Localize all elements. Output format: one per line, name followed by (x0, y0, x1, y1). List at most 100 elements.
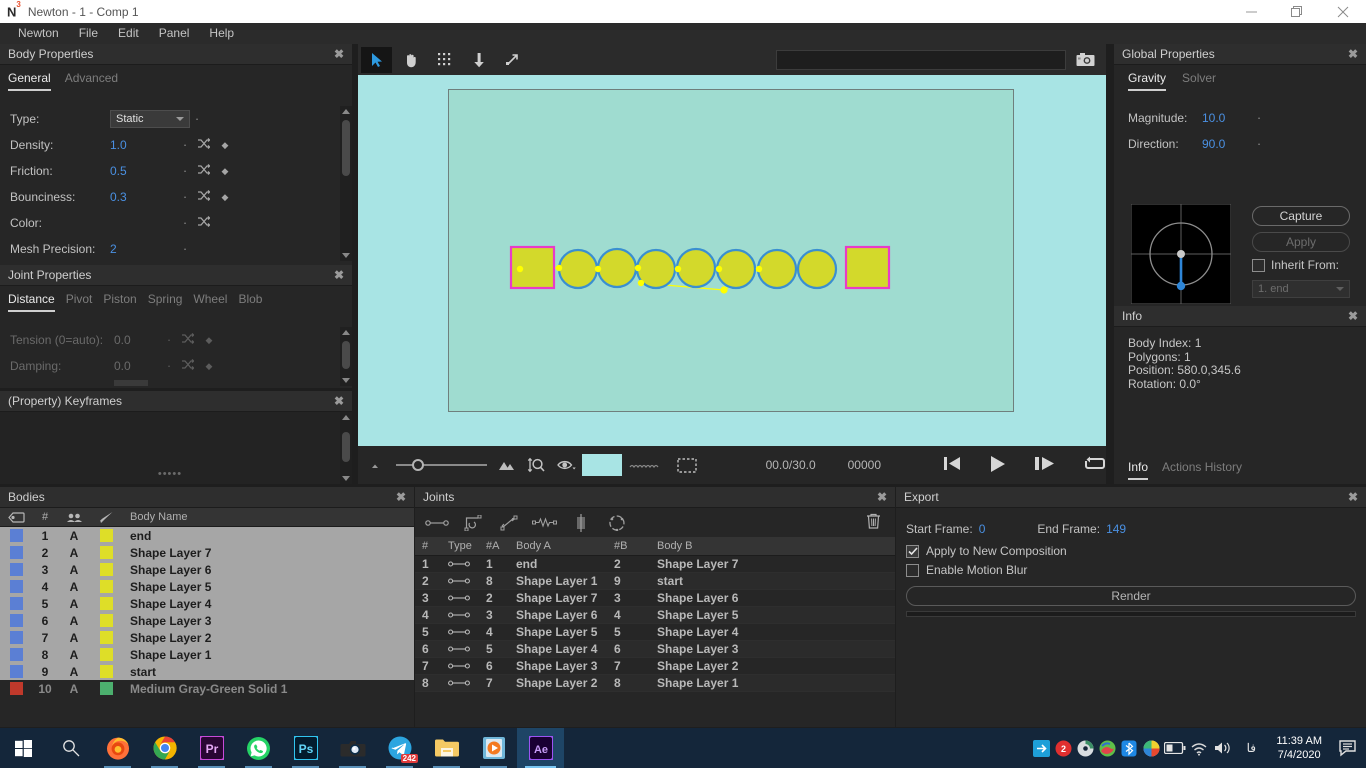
density-value[interactable]: 1.0 (110, 138, 178, 152)
gravity-direction-widget[interactable] (1130, 203, 1232, 305)
close-icon[interactable]: ✖ (334, 47, 344, 61)
body-name[interactable]: end (122, 529, 151, 543)
start-frame-value[interactable]: 0 (979, 522, 986, 536)
keyframe-dot-icon[interactable]: · (178, 164, 192, 177)
body-color-swatch[interactable] (90, 597, 122, 610)
body-enabled-toggle[interactable] (0, 597, 32, 610)
taskbar-premiere[interactable]: Pr (188, 728, 235, 768)
scroll-down-icon[interactable] (340, 375, 352, 386)
table-row[interactable]: 8 A Shape Layer 1 (0, 646, 414, 663)
body-enabled-toggle[interactable] (0, 665, 32, 678)
inherit-from-checkbox[interactable] (1252, 258, 1265, 272)
table-row[interactable]: 6 A Shape Layer 3 (0, 612, 414, 629)
body-color-swatch[interactable] (90, 546, 122, 559)
notification-icon[interactable] (1332, 739, 1366, 757)
piston-joint-icon[interactable] (491, 515, 527, 531)
render-button[interactable]: Render (906, 586, 1356, 606)
body-enabled-toggle[interactable] (0, 682, 32, 695)
tab-distance[interactable]: Distance (8, 292, 55, 312)
taskbar-telegram[interactable]: 242 (376, 728, 423, 768)
search-icon[interactable] (47, 728, 94, 768)
close-icon[interactable]: ✖ (1348, 47, 1358, 61)
body-name[interactable]: Medium Gray-Green Solid 1 (122, 682, 287, 696)
spring-joint-icon[interactable] (527, 516, 563, 529)
gravity-tool[interactable] (463, 47, 494, 73)
table-row[interactable]: 7 6 Shape Layer 3 7 Shape Layer 2 (415, 658, 895, 675)
body-color-swatch[interactable] (90, 631, 122, 644)
scroll-up-icon[interactable] (340, 412, 352, 423)
simulation-canvas[interactable] (358, 75, 1106, 446)
magnitude-value[interactable]: 10.0 (1202, 111, 1252, 125)
battery-icon[interactable] (1162, 742, 1188, 754)
apply-button[interactable]: Apply (1252, 232, 1350, 252)
body-enabled-toggle[interactable] (0, 529, 32, 542)
loop-button[interactable] (1084, 455, 1106, 475)
close-icon[interactable]: ✖ (877, 490, 887, 504)
table-row[interactable]: 4 3 Shape Layer 6 4 Shape Layer 5 (415, 607, 895, 624)
table-row[interactable]: 2 8 Shape Layer 1 9 start (415, 573, 895, 590)
taskbar-camera[interactable] (329, 728, 376, 768)
scroll-down-icon[interactable] (340, 473, 352, 484)
pivot-joint-icon[interactable] (455, 514, 491, 531)
keyframe-dot-icon[interactable]: · (178, 242, 192, 255)
wheel-joint-icon[interactable] (563, 513, 599, 532)
table-row[interactable]: 5 4 Shape Layer 5 5 Shape Layer 4 (415, 624, 895, 641)
close-icon[interactable]: ✖ (396, 490, 406, 504)
body-name[interactable]: Shape Layer 4 (122, 597, 211, 611)
zoom-slider[interactable] (395, 459, 488, 471)
body-enabled-toggle[interactable] (0, 614, 32, 627)
volume-icon[interactable] (1210, 740, 1236, 756)
language-indicator[interactable]: فا (1236, 741, 1266, 755)
friction-value[interactable]: 0.5 (110, 164, 178, 178)
tab-piston[interactable]: Piston (103, 292, 136, 312)
antivirus-icon[interactable]: 2 (1052, 740, 1074, 757)
keyframes-scrollbar[interactable] (340, 412, 352, 484)
joints-table-body[interactable]: 1 1 end 2 Shape Layer 7 2 8 Shape Layer 1 9 start… (415, 556, 895, 727)
trash-icon[interactable] (866, 513, 881, 532)
camera-icon[interactable] (1070, 52, 1100, 67)
body-name[interactable]: Shape Layer 2 (122, 631, 211, 645)
body-name[interactable]: Shape Layer 6 (122, 563, 211, 577)
ground-line-icon[interactable] (622, 462, 670, 469)
scroll-up-icon[interactable] (340, 327, 352, 338)
scroll-down-icon[interactable] (340, 250, 352, 261)
body-color-swatch[interactable] (90, 563, 122, 576)
keyframe-diamond-icon[interactable]: ◆ (214, 140, 236, 151)
select-tool[interactable] (361, 46, 392, 73)
capture-button[interactable]: Capture (1252, 206, 1350, 226)
table-row[interactable]: 9 Astart (0, 663, 414, 680)
search-input[interactable] (776, 49, 1066, 70)
body-name[interactable]: Shape Layer 5 (122, 580, 211, 594)
table-row[interactable]: 7 A Shape Layer 2 (0, 629, 414, 646)
tab-general[interactable]: General (8, 71, 51, 91)
hand-tool[interactable] (395, 47, 426, 73)
bodies-table-body[interactable]: 1 Aend 2 A Shape Layer 7 3 A Shape Layer 6 4 A Sha… (0, 527, 414, 727)
menu-item-file[interactable]: File (69, 23, 108, 44)
zoom-out-icon[interactable] (364, 461, 390, 469)
minimize-icon[interactable] (1228, 0, 1274, 23)
menu-item-panel[interactable]: Panel (149, 23, 200, 44)
keyframe-dot-icon[interactable]: · (178, 138, 192, 151)
enable-motion-blur-checkbox[interactable] (906, 563, 919, 577)
body-color-swatch[interactable] (90, 529, 122, 542)
step-forward-button[interactable] (1034, 455, 1056, 475)
body-color-swatch[interactable] (90, 614, 122, 627)
wifi-icon[interactable] (1188, 741, 1210, 756)
randomize-icon[interactable] (192, 216, 214, 230)
mesh-precision-value[interactable]: 2 (110, 242, 178, 256)
taskbar-photoshop[interactable]: Ps (282, 728, 329, 768)
tension-value[interactable]: 0.0 (114, 333, 162, 347)
scrollbar-thumb[interactable] (342, 341, 350, 369)
joint-properties-scrollbar[interactable] (340, 327, 352, 386)
body-enabled-toggle[interactable] (0, 631, 32, 644)
blob-joint-icon[interactable] (599, 514, 635, 531)
keyframe-dot-icon[interactable]: · (190, 112, 204, 125)
tab-gravity[interactable]: Gravity (1128, 71, 1167, 91)
body-enabled-toggle[interactable] (0, 580, 32, 593)
body-properties-scrollbar[interactable] (340, 106, 352, 261)
table-row[interactable]: 2 A Shape Layer 7 (0, 544, 414, 561)
disc-icon[interactable] (1074, 740, 1096, 757)
keyframe-dot-icon[interactable]: · (178, 216, 192, 229)
keyframe-diamond-icon[interactable]: ◆ (214, 166, 236, 177)
tab-solver[interactable]: Solver (1182, 71, 1216, 91)
